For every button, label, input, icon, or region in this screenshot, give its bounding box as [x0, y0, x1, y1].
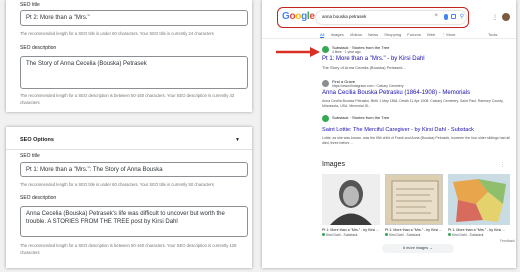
substack-favicon-icon — [448, 233, 451, 236]
map-image-icon — [448, 174, 510, 225]
seo-description-textarea[interactable]: Anna Cecelia (Bouska) Petrasek's life wa… — [20, 206, 248, 237]
seo-panel-top: SEO title Pt 2: More than a "Mrs." The r… — [6, 0, 252, 112]
result-2-url: https://www.findagrave.com › Calvary Cem… — [332, 84, 404, 88]
search-query[interactable]: anna bouska petrasek — [322, 14, 366, 19]
seo-title-hint: The recommended length for a SEO title i… — [20, 31, 214, 36]
seo-description-hint: The recommended length for a SEO descrip… — [20, 243, 237, 255]
feedback-link[interactable]: Feedback — [500, 239, 515, 243]
result-1-url: 4 likes · 1 year ago — [332, 50, 361, 54]
result-3-title[interactable]: Saint Lottie: The Merciful Caregiver - b… — [322, 127, 474, 133]
seo-options-heading: SEO Options — [20, 137, 54, 143]
divider — [6, 149, 252, 150]
google-logo[interactable]: Google — [282, 11, 315, 22]
image-result-portrait[interactable] — [322, 174, 380, 225]
images-heading: Images — [322, 161, 345, 168]
image-source-1: Kirsi Dahl - Substack — [322, 233, 357, 237]
tab-forums[interactable]: Forums — [407, 32, 421, 37]
more-images-button[interactable]: 6 more images → — [382, 244, 454, 253]
result-2-snippet: Anna Cecilia Bouska Petrasku. Birth 1 Ma… — [322, 99, 504, 108]
image-caption-3[interactable]: Pt 1: More than a "Mrs." - by Kirsi ... — [448, 228, 510, 232]
image-result-map[interactable] — [448, 174, 510, 225]
result-2-title[interactable]: Anna Cecilia Bouska Petrasku (1864-1908)… — [322, 90, 470, 96]
microphone-icon[interactable] — [444, 14, 448, 20]
result-1-snippet: The Story of Anna Cecelia (Bouska) Petra… — [322, 65, 406, 70]
image-caption-1[interactable]: Pt 1: More than a "Mrs." - by Kirsi ... — [322, 228, 380, 232]
more-options-icon[interactable]: ⋮ — [500, 162, 505, 168]
avatar[interactable] — [502, 13, 510, 21]
tab-more[interactable]: ⋮ More — [441, 32, 455, 37]
red-arrow-icon — [276, 47, 320, 57]
image-result-document[interactable] — [385, 174, 443, 225]
seo-description-hint: The recommended length for a SEO descrip… — [20, 93, 235, 105]
findagrave-favicon-icon — [322, 80, 329, 87]
image-caption-2[interactable]: Pt 1: More than a "Mrs." - by Kirsi ... — [385, 228, 443, 232]
tools-button[interactable]: Tools — [488, 32, 497, 37]
seo-title-hint: The recommended length for a SEO title i… — [20, 182, 214, 187]
search-tabs: All Images Videos News Shopping Forums W… — [320, 32, 456, 38]
image-source-3: Kirsi Dahl - Substack — [448, 233, 483, 237]
tab-videos[interactable]: Videos — [350, 32, 362, 37]
tab-web[interactable]: Web — [427, 32, 435, 37]
result-3-site: Substack · Stories from the Tree — [332, 115, 390, 120]
arrow-right-icon: → — [429, 246, 433, 250]
substack-favicon-icon — [322, 115, 329, 122]
seo-title-label: SEO title — [20, 2, 40, 8]
substack-favicon-icon — [385, 233, 388, 236]
substack-favicon-icon — [322, 233, 325, 236]
seo-title-input[interactable]: Pt 2: More than a "Mrs." — [20, 10, 248, 26]
tab-news[interactable]: News — [368, 32, 378, 37]
substack-favicon-icon — [322, 46, 329, 53]
clear-icon[interactable]: × — [434, 13, 438, 19]
collapse-triangle-icon[interactable]: ▼ — [235, 137, 240, 143]
document-scan-icon — [386, 175, 442, 224]
apps-grid-icon[interactable]: ⋮ — [492, 14, 499, 21]
search-box[interactable]: anna bouska petrasek × ⚲ — [316, 11, 466, 24]
image-source-2: Kirsi Dahl - Substack — [385, 233, 420, 237]
lens-icon[interactable] — [451, 14, 456, 19]
seo-description-label: SEO description — [20, 195, 57, 201]
divider — [262, 38, 516, 39]
seo-title-input[interactable]: Pt 1: More than a "Mrs.": The Story of A… — [20, 162, 248, 177]
seo-title-label: SEO title — [20, 153, 40, 159]
seo-description-textarea[interactable]: The Story of Anna Cecelia (Bouska) Petra… — [20, 56, 248, 89]
tab-images[interactable]: Images — [331, 32, 344, 37]
result-3-snippet: Lottie, as she was known, was the fifth … — [322, 136, 510, 145]
seo-description-label: SEO description — [20, 45, 57, 51]
tab-shopping[interactable]: Shopping — [384, 32, 401, 37]
seo-panel-bottom: SEO Options ▼ SEO title Pt 1: More than … — [6, 127, 252, 268]
search-icon[interactable]: ⚲ — [460, 13, 464, 20]
result-1-title[interactable]: Pt 1: More than a "Mrs." - by Kirsi Dahl — [322, 56, 425, 62]
google-search-results: Google anna bouska petrasek × ⚲ ⋮ All Im… — [262, 0, 516, 268]
portrait-photo-icon — [322, 174, 380, 225]
